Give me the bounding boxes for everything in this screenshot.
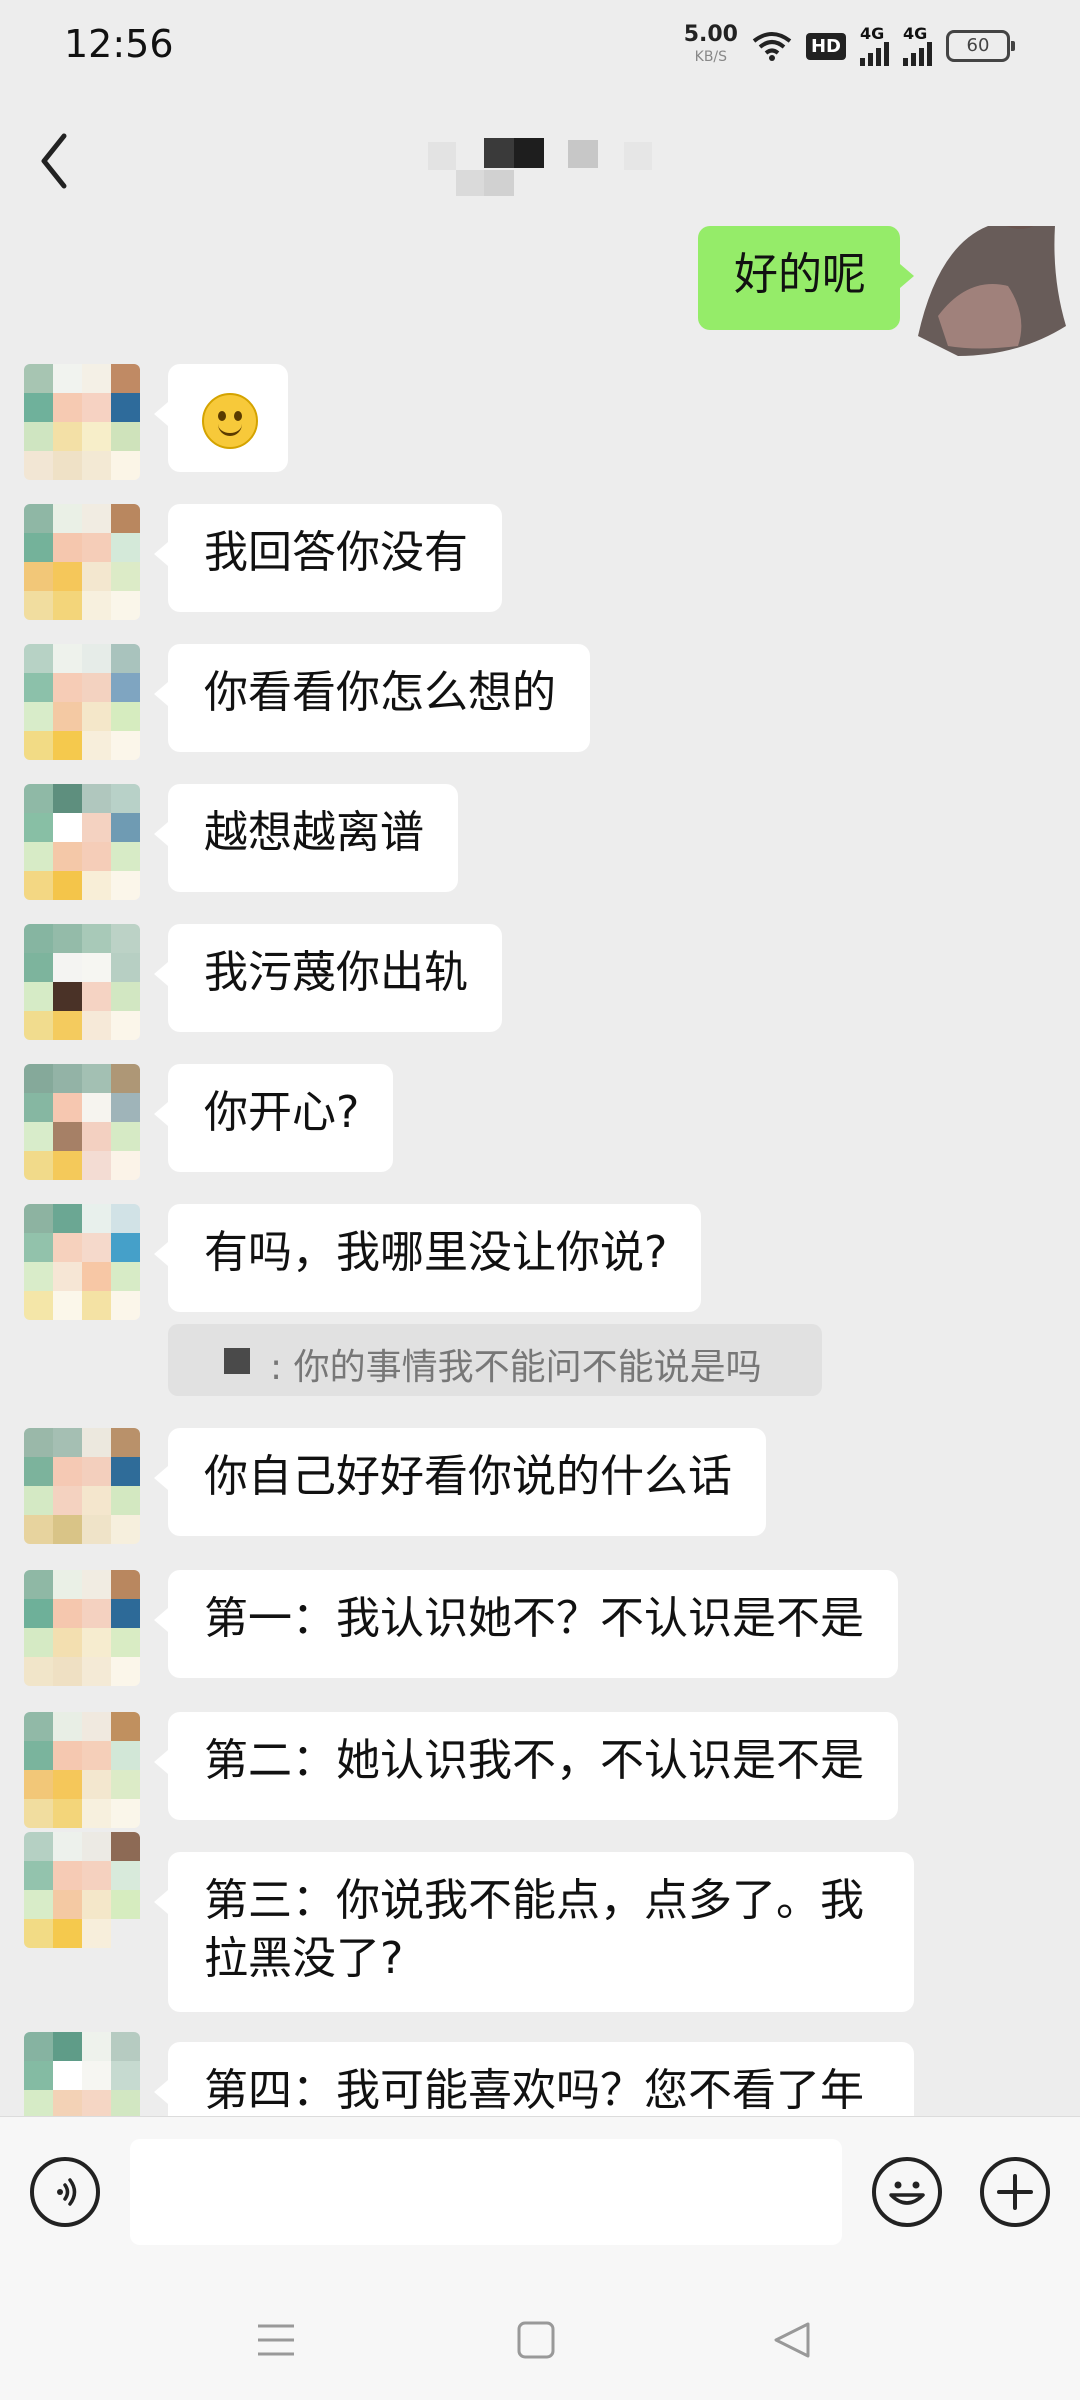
avatar[interactable] (24, 364, 140, 480)
quoted-separator: : (270, 1347, 283, 1388)
network-speed-unit: KB/S (694, 49, 728, 65)
avatar[interactable] (24, 784, 140, 900)
home-icon[interactable] (516, 2320, 556, 2360)
quoted-sender-pixelated (224, 1348, 250, 1374)
status-time: 12:56 (64, 22, 174, 66)
signal-bars-icon (903, 42, 932, 66)
message-text: 第二：她认识我不，不认识是不是 (204, 1735, 864, 1786)
quoted-text: 你的事情我不能问不能说是吗 (293, 1347, 762, 1388)
message-bubble[interactable] (154, 364, 288, 472)
avatar[interactable] (24, 644, 140, 760)
avatar[interactable] (24, 504, 140, 620)
message-bubble[interactable]: 我回答你没有 (154, 504, 502, 612)
message-text: 你开心? (204, 1087, 360, 1138)
message-text: 我污蔑你出轨 (204, 947, 468, 998)
message-text: 第三：你说我不能点，点多了。我拉黑没了? (204, 1875, 864, 1984)
signal-bars-icon (860, 42, 889, 66)
network-speed: 5.00 KB/S (684, 24, 738, 68)
avatar[interactable] (24, 1570, 140, 1686)
message-text: 你看看你怎么想的 (204, 667, 556, 718)
message-text: 越想越离谱 (204, 807, 424, 858)
message-text: 好的呢 (734, 249, 866, 300)
sim2-signal: 4G (903, 26, 932, 66)
message-text: 你自己好好看你说的什么话 (204, 1451, 732, 1502)
chat-header (0, 96, 1080, 226)
quoted-message-text: : 你的事情我不能问不能说是吗 (224, 1347, 762, 1388)
message-bubble[interactable]: 我污蔑你出轨 (154, 924, 502, 1032)
avatar[interactable] (24, 1064, 140, 1180)
avatar[interactable] (24, 1712, 140, 1828)
back-triangle-icon[interactable] (772, 2320, 812, 2360)
avatar[interactable] (24, 924, 140, 1040)
avatar[interactable] (24, 1428, 140, 1544)
quoted-message[interactable]: : 你的事情我不能问不能说是吗 (168, 1324, 822, 1396)
smiling-face-emoji (202, 393, 258, 449)
plus-icon[interactable] (980, 2157, 1050, 2227)
message-bubble[interactable]: 第四：我可能喜欢吗？您不看了年 (154, 2042, 914, 2116)
message-text: 有吗，我哪里没让你说? (204, 1227, 668, 1278)
message-bubble[interactable]: 越想越离谱 (154, 784, 458, 892)
sim2-label: 4G (903, 24, 928, 43)
network-speed-value: 5.00 (683, 22, 738, 47)
message-bubble[interactable]: 第三：你说我不能点，点多了。我拉黑没了? (154, 1852, 914, 2012)
menu-icon[interactable] (256, 2320, 296, 2360)
sim1-label: 4G (860, 24, 885, 43)
sim1-signal: 4G (860, 26, 889, 66)
chat-message-list[interactable]: 好的呢 我回答你没有 你看看你怎么想的 越想越离谱 我污蔑你出轨 你开心? 有吗… (0, 226, 1080, 2116)
contact-name-pixelated (428, 138, 658, 196)
hd-badge: HD (805, 32, 846, 60)
message-input[interactable] (130, 2139, 842, 2245)
message-bubble[interactable]: 第二：她认识我不，不认识是不是 (154, 1712, 898, 1820)
status-icons: 5.00 KB/S HD 4G 4G 60 (684, 24, 1015, 68)
avatar[interactable] (24, 2032, 140, 2116)
chevron-left-icon[interactable] (34, 126, 74, 196)
emoji-icon[interactable] (872, 2157, 942, 2227)
message-bubble[interactable]: 你开心? (153, 1064, 394, 1172)
message-bubble[interactable]: 第一：我认识她不？不认识是不是 (154, 1570, 898, 1678)
avatar[interactable] (24, 1204, 140, 1320)
my-avatar[interactable] (898, 226, 1068, 366)
my-message-bubble[interactable]: 好的呢 (698, 226, 914, 330)
system-nav-bar (0, 2280, 1080, 2400)
voice-icon[interactable] (30, 2157, 100, 2227)
avatar[interactable] (24, 1832, 140, 1948)
message-bubble[interactable]: 你自己好好看你说的什么话 (154, 1428, 766, 1536)
input-bar (0, 2116, 1080, 2281)
message-bubble[interactable]: 有吗，我哪里没让你说? (153, 1204, 702, 1312)
wifi-icon (752, 32, 792, 61)
message-text: 我回答你没有 (204, 527, 468, 578)
message-bubble[interactable]: 你看看你怎么想的 (154, 644, 590, 752)
status-bar: 12:56 5.00 KB/S HD 4G 4G 60 (0, 0, 1080, 96)
battery-icon: 60 (946, 30, 1015, 62)
message-text: 第一：我认识她不？不认识是不是 (204, 1593, 864, 1644)
message-text: 第四：我可能喜欢吗？您不看了年 (204, 2065, 864, 2116)
